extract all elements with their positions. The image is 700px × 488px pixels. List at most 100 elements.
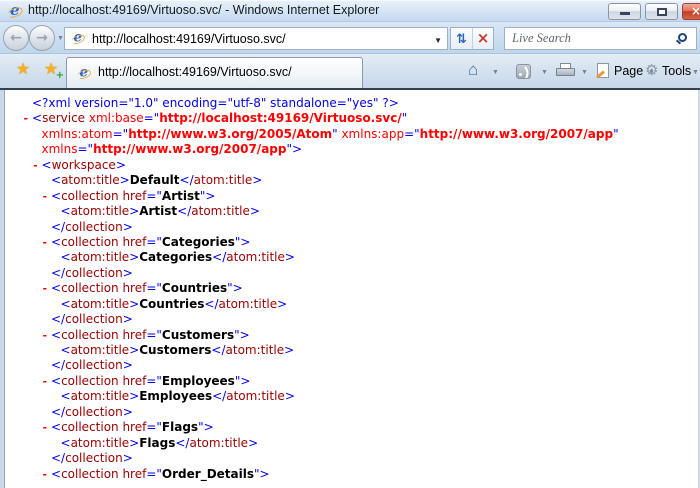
xml-segment: </ bbox=[51, 312, 65, 326]
home-icon: ⌂ bbox=[468, 60, 478, 79]
stop-button[interactable]: × bbox=[472, 28, 493, 49]
xml-line: </collection> bbox=[16, 405, 696, 420]
refresh-button[interactable]: ⇅ bbox=[451, 28, 472, 49]
xml-segment: < bbox=[42, 158, 52, 172]
favorites-center-button[interactable]: ★ bbox=[10, 57, 36, 83]
xml-segment: </ bbox=[211, 343, 225, 357]
xml-segment: =" bbox=[146, 281, 162, 295]
address-dropdown-icon[interactable]: ▼ bbox=[434, 36, 442, 45]
xml-segment: Customers bbox=[139, 343, 211, 357]
xml-line: -<collection href="Categories"> bbox=[16, 235, 696, 250]
stop-icon: × bbox=[477, 29, 490, 47]
xml-line: -<service xml:base="http://localhost:491… bbox=[16, 111, 696, 126]
xml-line: </collection> bbox=[16, 220, 696, 235]
gear-icon: ⚙ bbox=[645, 62, 658, 79]
xml-segment: "> bbox=[286, 142, 302, 156]
xml-segment: </ bbox=[204, 297, 218, 311]
xml-segment: href bbox=[119, 189, 147, 203]
maximize-button[interactable] bbox=[645, 3, 678, 20]
xml-segment: < bbox=[61, 389, 71, 403]
xml-segment: href bbox=[119, 235, 147, 249]
collapse-toggle[interactable]: - bbox=[42, 467, 52, 482]
xml-line: xmlns:atom="http://www.w3.org/2005/Atom"… bbox=[16, 127, 696, 142]
xml-segment: > bbox=[129, 297, 139, 311]
page-menu-icon[interactable] bbox=[597, 63, 609, 78]
reload-stop-group: ⇅ × bbox=[450, 27, 494, 50]
tab-active[interactable]: http://localhost:49169/Virtuoso.svc/ bbox=[66, 57, 363, 88]
xml-segment: Artist bbox=[162, 189, 200, 203]
forward-button[interactable]: → bbox=[29, 25, 55, 51]
xml-segment: atom:title bbox=[194, 173, 253, 187]
xml-segment: collection bbox=[61, 374, 119, 388]
add-favorite-button[interactable]: ★+ bbox=[38, 57, 64, 83]
search-icon[interactable] bbox=[678, 33, 687, 42]
xml-segment: collection bbox=[61, 467, 119, 481]
window-controls: × bbox=[608, 3, 700, 20]
xml-segment: > bbox=[129, 436, 139, 450]
xml-line: </collection> bbox=[16, 358, 696, 373]
xml-segment: < bbox=[32, 111, 42, 125]
xml-segment: =" bbox=[144, 111, 160, 125]
xml-segment: Employees bbox=[139, 389, 212, 403]
xml-segment: > bbox=[129, 389, 139, 403]
collapse-toggle[interactable]: - bbox=[42, 374, 52, 389]
collapse-toggle[interactable]: - bbox=[42, 420, 52, 435]
xml-line: -<collection href="Flags"> bbox=[16, 420, 696, 435]
address-input[interactable] bbox=[92, 29, 422, 48]
xml-line: </collection> bbox=[16, 312, 696, 327]
xml-segment: =" bbox=[146, 420, 162, 434]
recent-pages-button[interactable]: ▼ bbox=[57, 35, 64, 42]
address-bar[interactable]: ▼ bbox=[64, 27, 448, 50]
xml-segment: =" bbox=[146, 467, 162, 481]
plus-icon: + bbox=[56, 70, 64, 81]
xml-line: <atom:title>Categories</atom:title> bbox=[16, 250, 696, 265]
xml-segment: xmlns:app bbox=[341, 127, 404, 141]
xml-segment: href bbox=[119, 374, 147, 388]
collapse-toggle[interactable]: - bbox=[23, 111, 33, 126]
page-menu-button[interactable]: Page bbox=[614, 54, 643, 88]
xml-document: <?xml version="1.0" encoding="utf-8" sta… bbox=[16, 96, 696, 482]
feeds-button[interactable] bbox=[516, 64, 531, 79]
favorites-star-icon: ★ bbox=[16, 61, 30, 78]
xml-segment: Countries bbox=[139, 297, 204, 311]
xml-segment: < bbox=[51, 173, 61, 187]
back-button[interactable]: ← bbox=[3, 25, 29, 51]
home-button[interactable]: ⌂ bbox=[468, 54, 478, 88]
xml-segment: < bbox=[51, 189, 61, 203]
xml-segment: > bbox=[129, 343, 139, 357]
xml-segment: atom:title bbox=[226, 389, 285, 403]
tools-menu-button[interactable]: Tools bbox=[662, 54, 691, 88]
xml-segment: collection bbox=[65, 358, 123, 372]
minimize-button[interactable] bbox=[608, 3, 641, 20]
xml-segment: < bbox=[51, 374, 61, 388]
xml-segment: < bbox=[61, 250, 71, 264]
xml-segment: "> bbox=[198, 420, 214, 434]
xml-segment: collection bbox=[65, 312, 123, 326]
collapse-toggle[interactable]: - bbox=[42, 328, 52, 343]
collapse-toggle[interactable]: - bbox=[42, 189, 52, 204]
xml-segment: > bbox=[284, 343, 294, 357]
tools-menu-icon[interactable]: ⚙ bbox=[645, 54, 658, 88]
xml-segment: < bbox=[51, 467, 61, 481]
xml-line: </collection> bbox=[16, 266, 696, 281]
xml-segment: =" bbox=[146, 189, 162, 203]
xml-segment: </ bbox=[51, 358, 65, 372]
xml-segment: > bbox=[129, 204, 139, 218]
navigation-bar: ← → ▼ ▼ ⇅ × bbox=[0, 22, 700, 54]
search-box[interactable] bbox=[504, 27, 697, 50]
collapse-toggle[interactable]: - bbox=[42, 235, 52, 250]
ie-logo-icon bbox=[7, 4, 23, 20]
xml-segment: < bbox=[51, 420, 61, 434]
xml-segment: > bbox=[285, 389, 295, 403]
xml-segment: =" bbox=[77, 142, 93, 156]
xml-segment: Customers bbox=[162, 328, 234, 342]
collapse-toggle[interactable]: - bbox=[32, 158, 42, 173]
tab-bar: ★ ★+ http://localhost:49169/Virtuoso.svc… bbox=[0, 54, 700, 88]
print-button[interactable] bbox=[556, 63, 575, 79]
xml-segment: atom:title bbox=[71, 204, 130, 218]
collapse-toggle[interactable]: - bbox=[42, 281, 52, 296]
xml-segment: > bbox=[123, 220, 133, 234]
xml-segment: < bbox=[51, 328, 61, 342]
close-button[interactable]: × bbox=[682, 3, 700, 20]
search-input[interactable] bbox=[512, 29, 667, 48]
